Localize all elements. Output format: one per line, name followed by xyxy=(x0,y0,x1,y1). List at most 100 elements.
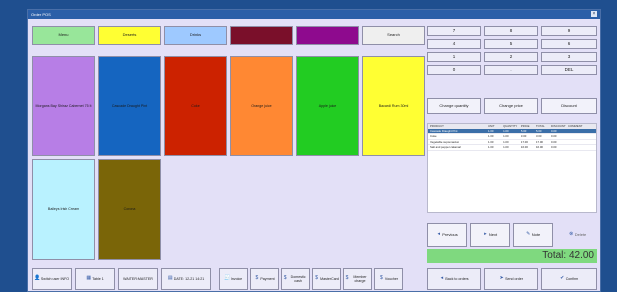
title-bar: Order POS × xyxy=(28,10,600,19)
payment-label: Payment xyxy=(260,276,275,281)
voucher-label: Voucher xyxy=(384,276,399,281)
mastercard-button[interactable]: $ MasterCard xyxy=(312,268,341,290)
cell xyxy=(566,134,596,139)
confirm-button[interactable]: ✔ Confirm xyxy=(541,268,597,290)
cell: Vegetable supremacion xyxy=(430,139,460,144)
product-coke[interactable]: Coke xyxy=(164,56,227,156)
product-orange-juice[interactable]: Orange juice xyxy=(230,56,293,156)
key-0[interactable]: 0 xyxy=(427,65,481,75)
next-button[interactable]: ▸ Next xyxy=(470,223,510,247)
key-6[interactable]: 6 xyxy=(541,39,597,49)
delete-button[interactable]: ⊗ Delete xyxy=(558,223,597,247)
category-drinks[interactable]: Drinks xyxy=(164,26,227,45)
date-display: ▤ DATE: 12-21 14:21 xyxy=(161,268,211,290)
category-deserts[interactable]: Deserts xyxy=(98,26,161,45)
key-9[interactable]: 9 xyxy=(541,26,597,36)
note-button[interactable]: ✎ Note xyxy=(513,223,553,247)
key-del[interactable]: DEL xyxy=(541,65,597,75)
dollar-icon: $ xyxy=(380,275,383,282)
key-7[interactable]: 7 xyxy=(427,26,481,36)
cell: 1.00 xyxy=(503,134,509,139)
switch-user-button[interactable]: 👤 Switch user INFO xyxy=(32,268,72,290)
invoice-icon: 🧾 xyxy=(224,275,231,282)
key-3[interactable]: 3 xyxy=(541,52,597,62)
cell: 17.00 xyxy=(520,139,528,144)
check-icon: ✔ xyxy=(560,275,565,282)
cell: 0.00 xyxy=(551,145,557,150)
cell: 1.00 xyxy=(503,145,509,150)
delete-icon: ⊗ xyxy=(569,231,574,238)
close-icon[interactable]: × xyxy=(591,11,597,17)
cell: Salt and pepper calamari xyxy=(430,145,462,150)
mastercard-label: MasterCard xyxy=(320,276,339,281)
cell: 1.00 xyxy=(503,128,509,133)
back-to-orders-label: Back to orders xyxy=(445,276,469,281)
category-dark-red[interactable] xyxy=(230,26,293,45)
key-1[interactable]: 1 xyxy=(427,52,481,62)
payment-button[interactable]: $ Payment xyxy=(250,268,279,290)
domestic-cash-button[interactable]: $ Domestic cash xyxy=(281,268,310,290)
note-label: Note xyxy=(531,231,541,237)
cell xyxy=(566,145,596,150)
key-4[interactable]: 4 xyxy=(427,39,481,49)
key-dot[interactable]: . xyxy=(484,65,538,75)
cell: 5.00 xyxy=(535,128,542,133)
cell: 0.00 xyxy=(551,139,557,144)
next-label: Next xyxy=(488,231,498,237)
cell: 0.00 xyxy=(551,134,557,139)
send-order-button[interactable]: ➤ Send order xyxy=(484,268,538,290)
product-apple-juice[interactable]: Apple juice xyxy=(296,56,359,156)
cell: 1.00 xyxy=(488,134,494,139)
search-button[interactable]: Search xyxy=(362,26,425,45)
delete-label: Delete xyxy=(574,231,587,237)
member-charge-label: Member charge xyxy=(353,274,367,283)
calendar-icon: ▤ xyxy=(167,275,173,282)
order-total: Total: 42.00 xyxy=(427,249,597,263)
back-to-orders-button[interactable]: ◂ Back to orders xyxy=(427,268,481,290)
cell: 0.00 xyxy=(551,128,557,133)
previous-label: Previous xyxy=(442,231,458,237)
cell: Cascade Draught Pint xyxy=(430,128,458,133)
change-price-button[interactable]: Change price xyxy=(484,98,538,114)
key-8[interactable]: 8 xyxy=(484,26,538,36)
invoice-button[interactable]: 🧾 Invoice xyxy=(219,268,248,290)
product-bacardi-rum[interactable]: Bacardi Rum 30ml xyxy=(362,56,425,156)
product-morgans-bay[interactable]: Morgans Bay Shiraz Cabernet 75 lt xyxy=(32,56,95,156)
change-quantity-button[interactable]: Change quantity xyxy=(427,98,481,114)
table-button[interactable]: ▦ Table 1 xyxy=(75,268,115,290)
product-baileys[interactable]: Baileys Irish Cream xyxy=(32,159,95,260)
cell: 16.00 xyxy=(535,145,543,150)
invoice-label: Invoice xyxy=(230,276,243,281)
domestic-cash-label: Domestic cash xyxy=(290,274,306,283)
product-cascade-draught[interactable]: Cascade Draught Pint xyxy=(98,56,161,156)
product-corona[interactable]: Corona xyxy=(98,159,161,260)
member-charge-button[interactable]: $ Member charge xyxy=(343,268,372,290)
cell: 1.00 xyxy=(488,128,494,133)
cell: Coke xyxy=(430,134,437,139)
arrow-left-icon: ◂ xyxy=(437,231,440,238)
cell xyxy=(566,129,596,134)
table-label: Table 1 xyxy=(92,276,104,281)
table-row[interactable]: Salt and pepper calamari 1.00 1.00 16.00… xyxy=(428,145,596,151)
cell: 16.00 xyxy=(520,145,528,150)
key-2[interactable]: 2 xyxy=(484,52,538,62)
previous-button[interactable]: ◂ Previous xyxy=(427,223,467,247)
switch-user-label: Switch user INFO xyxy=(40,276,70,281)
waiter-label: WAITER:MASTER xyxy=(118,268,158,290)
discount-button[interactable]: Discount xyxy=(541,98,597,114)
dollar-icon: $ xyxy=(255,275,259,282)
voucher-button[interactable]: $ Voucher xyxy=(374,268,403,290)
dollar-icon: $ xyxy=(345,275,349,282)
cell: 1.00 xyxy=(488,145,494,150)
category-menu[interactable]: Menu xyxy=(32,26,95,45)
key-5[interactable]: 5 xyxy=(484,39,538,49)
arrow-left-icon: ◂ xyxy=(440,275,444,282)
pos-window: Order POS × Menu Deserts Drinks Search M… xyxy=(27,9,601,292)
category-purple[interactable] xyxy=(296,26,359,45)
window-title: Order POS xyxy=(31,12,51,17)
send-order-label: Send order xyxy=(505,276,523,281)
send-icon: ➤ xyxy=(499,275,504,282)
date-label: DATE: 12-21 14:21 xyxy=(173,276,205,281)
cell: 1.00 xyxy=(503,139,509,144)
cell: 5.00 xyxy=(520,128,527,133)
